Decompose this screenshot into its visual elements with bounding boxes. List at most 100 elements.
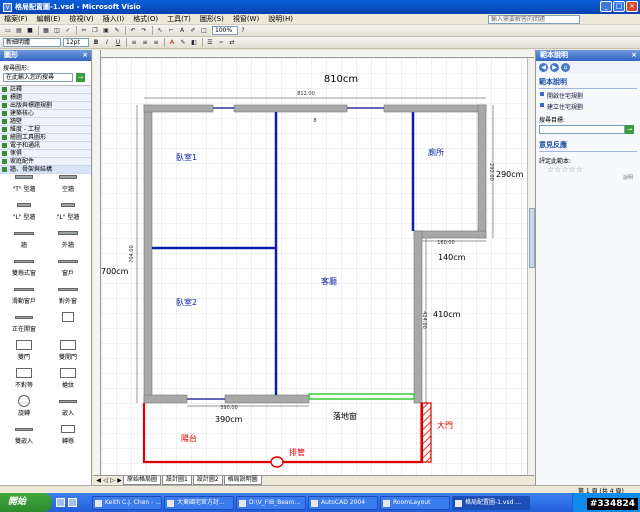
back-icon[interactable]: ◀ <box>539 62 548 72</box>
desktop-icon[interactable] <box>56 498 65 507</box>
shape-double-door[interactable]: 雙門 <box>2 338 46 364</box>
go-arrow-icon[interactable]: → <box>76 73 85 82</box>
fill-color-icon[interactable]: ◧ <box>189 38 199 47</box>
task-button-active[interactable]: 格局配置圖-1.vsd ... <box>452 495 530 510</box>
shape-t-wall[interactable]: "T" 型牆 <box>2 170 46 196</box>
shape-window[interactable]: 窗戶 <box>46 254 90 280</box>
stencil-item[interactable]: 維度 - 工程 <box>0 126 91 134</box>
spelling-icon[interactable]: ✓ <box>63 26 73 35</box>
menu-file[interactable]: 檔案(F) <box>4 14 28 24</box>
align-left-icon[interactable]: ≡ <box>129 38 139 47</box>
line-pattern-icon[interactable]: ┅ <box>216 38 226 47</box>
wall-bottom-middle[interactable] <box>224 394 310 404</box>
stencil-item[interactable]: 註釋 <box>0 86 91 94</box>
browser-icon[interactable] <box>68 498 77 507</box>
help-icon[interactable]: ? <box>238 26 248 35</box>
line-weight-icon[interactable]: ☰ <box>205 38 215 47</box>
new-icon[interactable]: ▭ <box>3 26 13 35</box>
menu-insert[interactable]: 插入(I) <box>103 14 125 24</box>
copy-icon[interactable]: ❐ <box>90 26 100 35</box>
shape-pivot-door[interactable]: 轉懸 <box>46 422 90 448</box>
main-door[interactable] <box>420 402 432 463</box>
line-ends-icon[interactable]: ⇄ <box>227 38 237 47</box>
pencil-icon[interactable]: ✐ <box>188 26 198 35</box>
shape-wall[interactable]: 牆 <box>2 226 46 252</box>
wall-bottom-left[interactable] <box>143 394 188 404</box>
zoom-select[interactable]: 100% <box>212 26 238 35</box>
wall-right-lower[interactable] <box>413 230 423 404</box>
text-tool-icon[interactable]: A <box>177 26 187 35</box>
vertical-scrollbar[interactable] <box>527 58 535 475</box>
shape-revolving-door[interactable]: 旋轉 <box>2 394 46 420</box>
paste-icon[interactable]: ▣ <box>101 26 111 35</box>
menu-view[interactable]: 檢視(V) <box>69 14 93 24</box>
wall-step[interactable] <box>413 230 487 239</box>
task-button[interactable]: 大東國宅官方討... <box>164 495 234 510</box>
minimize-button[interactable]: _ <box>600 1 612 12</box>
wall-top-left[interactable] <box>143 104 214 113</box>
task-button[interactable]: AutoCAD 2004 <box>308 495 378 510</box>
rating-stars[interactable]: ☆☆☆☆☆ <box>539 165 637 174</box>
bold-icon[interactable]: B <box>91 38 101 47</box>
maximize-button[interactable]: □ <box>613 1 625 12</box>
font-color-icon[interactable]: A <box>167 38 177 47</box>
go-arrow-icon[interactable]: → <box>625 125 634 134</box>
next-page-icon[interactable]: ▷ <box>109 477 116 484</box>
rating-note[interactable]: 說明 <box>539 174 637 181</box>
font-select[interactable]: 新細明體 <box>3 38 61 47</box>
tab-original-layout[interactable]: 原始格局圖 <box>123 476 162 485</box>
shape-l-wall-2[interactable]: "L" 型牆 <box>46 198 90 224</box>
cut-icon[interactable]: ✂ <box>79 26 89 35</box>
tab-layout-notes[interactable]: 格局說明圖 <box>223 476 262 485</box>
scroll-thumb[interactable] <box>529 208 535 268</box>
preview-icon[interactable]: ◫ <box>52 26 62 35</box>
stencil-item[interactable]: 建築核心 <box>0 110 91 118</box>
menu-format[interactable]: 格式(O) <box>133 14 158 24</box>
italic-icon[interactable]: I <box>102 38 112 47</box>
shape-double-swing-door[interactable]: 雙開門 <box>46 338 90 364</box>
menu-shape[interactable]: 圖形(S) <box>200 14 224 24</box>
open-plan-link[interactable]: 開啟住宅規劃 <box>539 89 637 100</box>
shape-exterior-wall[interactable]: 外牆 <box>46 226 90 252</box>
connector-icon[interactable]: ⌐ <box>166 26 176 35</box>
stencil-item[interactable]: 繪圖工具圖形 <box>0 134 91 142</box>
redo-icon[interactable]: ↷ <box>139 26 149 35</box>
task-button[interactable]: RoomLayout <box>380 495 450 510</box>
french-window[interactable] <box>308 393 415 400</box>
menu-window[interactable]: 視窗(W) <box>233 14 259 24</box>
menu-tools[interactable]: 工具(T) <box>167 14 191 24</box>
start-button[interactable]: 開始 <box>0 493 52 512</box>
shape-bifold-door[interactable]: 槍紋 <box>46 366 90 392</box>
shape-double-hung-window[interactable]: 雙懸式窗 <box>2 254 46 280</box>
prev-page-icon[interactable]: ◁ <box>102 477 109 484</box>
stencil-item[interactable]: 標題 <box>0 94 91 102</box>
align-right-icon[interactable]: ≡ <box>151 38 161 47</box>
font-size-select[interactable]: 12pt <box>63 38 89 47</box>
align-center-icon[interactable]: ≡ <box>140 38 150 47</box>
shape-door[interactable] <box>46 310 90 336</box>
shape-unequal-door[interactable]: 不對等 <box>2 366 46 392</box>
task-button[interactable]: Keith C.J. Chen - ... <box>92 495 162 510</box>
wall-right-upper[interactable] <box>477 104 487 239</box>
wall-left[interactable] <box>143 104 153 404</box>
shape-pocket-door[interactable]: 嵌入 <box>46 394 90 420</box>
undo-icon[interactable]: ↶ <box>128 26 138 35</box>
shape-opening-window[interactable]: 正在開窗 <box>2 310 46 336</box>
tab-design-2[interactable]: 設計圖2 <box>192 476 223 485</box>
last-page-icon[interactable]: ▶ <box>116 477 123 484</box>
drain-pipe-icon[interactable] <box>270 456 284 468</box>
close-icon[interactable]: × <box>631 50 637 61</box>
shape-double-pocket-door[interactable]: 雙嵌入 <box>2 422 46 448</box>
stencil-item[interactable]: 出版與標題規劃 <box>0 102 91 110</box>
close-button[interactable]: × <box>626 1 638 12</box>
shape-empty-wall[interactable]: 空牆 <box>46 170 90 196</box>
home-icon[interactable]: ⌂ <box>561 62 570 72</box>
stencil-item[interactable]: 傢俱 <box>0 150 91 158</box>
create-plan-link[interactable]: 建立住宅規劃 <box>539 100 637 111</box>
stencil-item[interactable]: 電子和通訊 <box>0 142 91 150</box>
tab-design-1[interactable]: 設計圖1 <box>162 476 192 485</box>
menu-help[interactable]: 說明(H) <box>268 14 293 24</box>
menu-edit[interactable]: 編輯(E) <box>37 14 61 24</box>
pointer-icon[interactable]: ↖ <box>155 26 165 35</box>
first-page-icon[interactable]: ◀ <box>95 477 102 484</box>
